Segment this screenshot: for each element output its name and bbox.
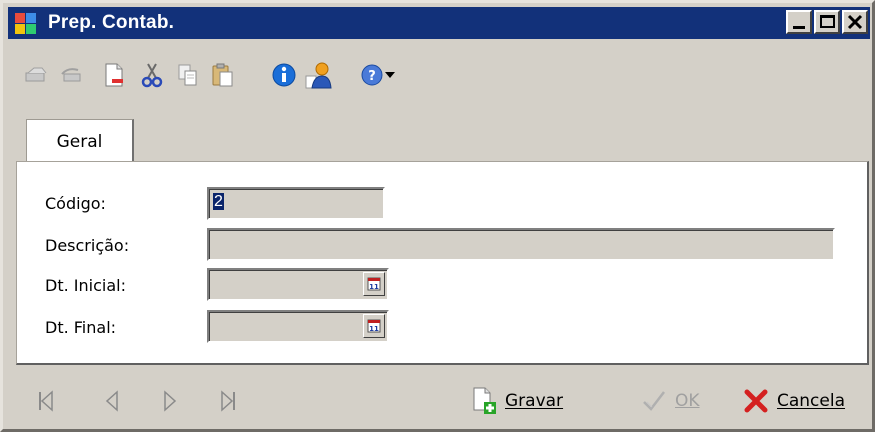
- new-document-button[interactable]: [99, 59, 129, 91]
- codigo-label: Código:: [45, 194, 106, 213]
- minimize-button[interactable]: [786, 10, 812, 34]
- cut-button[interactable]: [137, 59, 167, 91]
- paste-button[interactable]: [208, 59, 238, 91]
- app-icon: [14, 11, 38, 35]
- dropdown-arrow-icon: [385, 72, 395, 78]
- ok-label: OK: [675, 391, 700, 411]
- next-icon: [164, 390, 177, 412]
- cancela-label: Cancela: [777, 391, 846, 411]
- user-icon: [305, 62, 332, 89]
- skip-last-icon: [221, 390, 235, 412]
- help-dropdown-button[interactable]: [381, 59, 399, 91]
- toolbar: ?: [13, 47, 863, 107]
- calendar-icon: 11: [367, 319, 381, 333]
- minimize-icon: [793, 26, 805, 29]
- descricao-label: Descrição:: [45, 236, 130, 255]
- user-properties-button[interactable]: [303, 59, 333, 91]
- maximize-icon: [820, 15, 835, 28]
- tab-panel-geral: Código: 2 Descrição: Dt. Inicial: 11 Dt.…: [16, 161, 869, 365]
- maximize-button[interactable]: [814, 10, 840, 34]
- cancel-x-icon: [744, 389, 768, 413]
- checkmark-icon: [643, 391, 665, 411]
- first-record-button[interactable]: [21, 59, 51, 91]
- tab-geral-label: Geral: [56, 131, 103, 152]
- last-record-nav-button[interactable]: [213, 385, 243, 417]
- close-button[interactable]: [842, 10, 868, 34]
- dt-inicial-input[interactable]: 11: [207, 268, 389, 301]
- save-document-icon: [473, 387, 496, 414]
- dt-final-input[interactable]: 11: [207, 310, 389, 343]
- calendar-icon: 11: [367, 277, 381, 291]
- info-icon: [272, 63, 296, 87]
- dialog-window: Prep. Contab. ? Geral Código: 2 Descriçã…: [0, 0, 875, 432]
- prev-record-icon: [61, 68, 81, 82]
- calendar-glyph: 11: [369, 283, 379, 291]
- tab-geral[interactable]: Geral: [26, 119, 134, 163]
- descricao-input[interactable]: [207, 228, 835, 261]
- next-record-nav-button[interactable]: [155, 385, 185, 417]
- prev-record-button[interactable]: [57, 59, 87, 91]
- first-record-nav-button[interactable]: [31, 385, 61, 417]
- prev-icon: [105, 390, 118, 412]
- dt-inicial-label: Dt. Inicial:: [45, 276, 126, 295]
- gravar-label: Gravar: [505, 391, 564, 411]
- info-button[interactable]: [269, 59, 299, 91]
- tab-strip: Geral: [16, 113, 869, 163]
- svg-text:?: ?: [368, 69, 376, 84]
- calendar-glyph: 11: [369, 325, 379, 333]
- skip-first-icon: [39, 390, 53, 412]
- dt-final-label: Dt. Final:: [45, 318, 117, 337]
- cancela-button[interactable]: Cancela: [743, 383, 845, 419]
- first-record-icon: [25, 67, 47, 82]
- window-title: Prep. Contab.: [48, 12, 175, 33]
- gravar-button[interactable]: Gravar: [471, 383, 563, 419]
- prev-record-nav-button[interactable]: [97, 385, 127, 417]
- cut-icon: [141, 63, 163, 88]
- dt-final-calendar-button[interactable]: 11: [363, 314, 385, 338]
- new-document-icon: [105, 63, 123, 87]
- bottom-bar: Gravar OK Cancela: [13, 373, 868, 431]
- copy-button[interactable]: [173, 59, 203, 91]
- codigo-input[interactable]: 2: [207, 187, 385, 220]
- codigo-value: 2: [213, 193, 224, 210]
- copy-icon: [178, 64, 197, 86]
- ok-button[interactable]: OK: [641, 383, 700, 419]
- title-bar[interactable]: Prep. Contab.: [8, 7, 870, 39]
- dt-inicial-calendar-button[interactable]: 11: [363, 272, 385, 296]
- close-icon: [847, 14, 863, 30]
- paste-icon: [212, 63, 233, 87]
